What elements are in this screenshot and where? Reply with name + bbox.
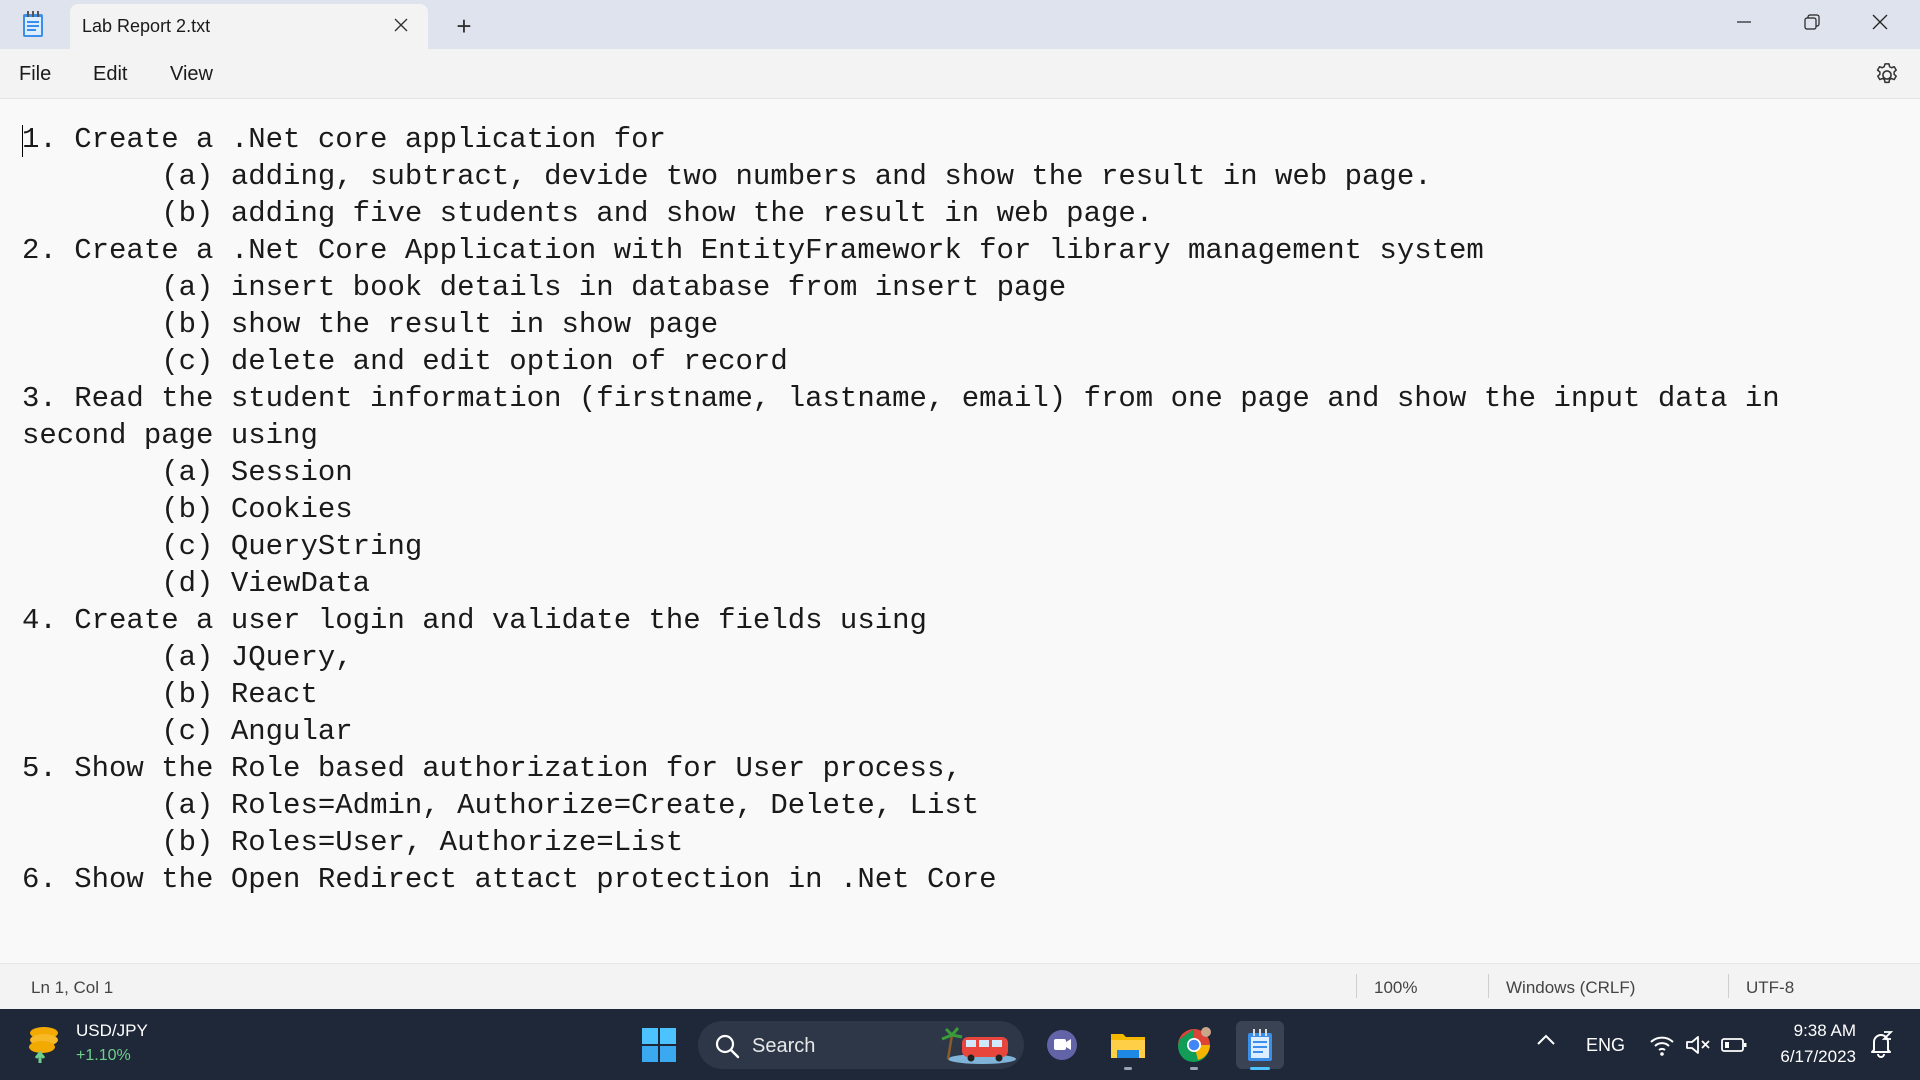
settings-gear-icon[interactable]: [1873, 61, 1901, 89]
clock-time[interactable]: 9:38 AM: [1770, 1021, 1856, 1041]
status-divider: [1356, 974, 1357, 998]
running-indicator: [1124, 1067, 1132, 1070]
notification-bell-icon[interactable]: [1866, 1029, 1896, 1059]
text-caret: [22, 125, 23, 157]
close-tab-icon[interactable]: [388, 12, 414, 38]
minimize-button[interactable]: [1710, 0, 1778, 44]
menu-file[interactable]: File: [15, 61, 55, 88]
file-explorer-app[interactable]: [1104, 1021, 1152, 1070]
text-editor[interactable]: 1. Create a .Net core application for (a…: [0, 99, 1920, 963]
document-text[interactable]: 1. Create a .Net core application for (a…: [22, 121, 1900, 898]
restore-button[interactable]: [1778, 0, 1846, 44]
search-highlight-illustration: [941, 1027, 1016, 1064]
search-icon: [715, 1034, 740, 1059]
battery-icon[interactable]: [1720, 1031, 1748, 1059]
notepad-icon: [1248, 1029, 1272, 1061]
windows-icon: [642, 1028, 676, 1062]
zoom-level[interactable]: 100%: [1374, 978, 1417, 998]
taskbar: USD/JPY +1.10% Search ENG 9:38 AM 6/17/2…: [0, 1009, 1920, 1080]
wifi-icon[interactable]: [1648, 1031, 1676, 1059]
status-divider: [1728, 974, 1729, 998]
menu-bar: File Edit View: [0, 49, 1920, 99]
status-bar: Ln 1, Col 1 100% Windows (CRLF) UTF-8: [0, 963, 1920, 1010]
folder-icon: [1111, 1034, 1145, 1058]
line-ending[interactable]: Windows (CRLF): [1506, 978, 1635, 998]
show-hidden-icons-chevron-icon[interactable]: [1536, 1033, 1556, 1052]
tab-lab-report[interactable]: Lab Report 2.txt: [70, 4, 428, 49]
currency-widget-icon[interactable]: [26, 1023, 62, 1065]
encoding[interactable]: UTF-8: [1746, 978, 1794, 998]
notepad-app[interactable]: [1236, 1021, 1284, 1070]
cursor-position: Ln 1, Col 1: [31, 978, 114, 997]
widget-change: +1.10%: [76, 1047, 131, 1064]
volume-muted-icon[interactable]: [1684, 1031, 1712, 1059]
running-indicator: [1190, 1067, 1198, 1070]
minimize-icon: [1737, 21, 1751, 23]
menu-view[interactable]: View: [166, 61, 217, 88]
taskbar-search[interactable]: Search: [698, 1021, 1024, 1069]
teams-chat-app[interactable]: [1038, 1021, 1086, 1069]
restore-icon: [1804, 14, 1820, 30]
start-button[interactable]: [641, 1027, 677, 1063]
status-divider: [1488, 974, 1489, 998]
search-label: Search: [752, 1035, 816, 1057]
widget-title[interactable]: USD/JPY: [76, 1021, 148, 1041]
chrome-app[interactable]: [1170, 1021, 1218, 1070]
title-bar: Lab Report 2.txt +: [0, 0, 1920, 49]
input-language[interactable]: ENG: [1586, 1035, 1625, 1056]
notepad-icon: [20, 10, 46, 38]
close-window-button[interactable]: [1846, 0, 1914, 44]
chrome-icon: [1178, 1027, 1211, 1062]
new-tab-button[interactable]: +: [448, 10, 480, 42]
close-icon: [1872, 14, 1888, 30]
active-indicator: [1250, 1067, 1270, 1070]
chat-icon: [1047, 1030, 1077, 1060]
menu-edit[interactable]: Edit: [89, 61, 131, 88]
clock-date[interactable]: 6/17/2023: [1756, 1047, 1856, 1067]
tab-title: Lab Report 2.txt: [82, 16, 211, 36]
